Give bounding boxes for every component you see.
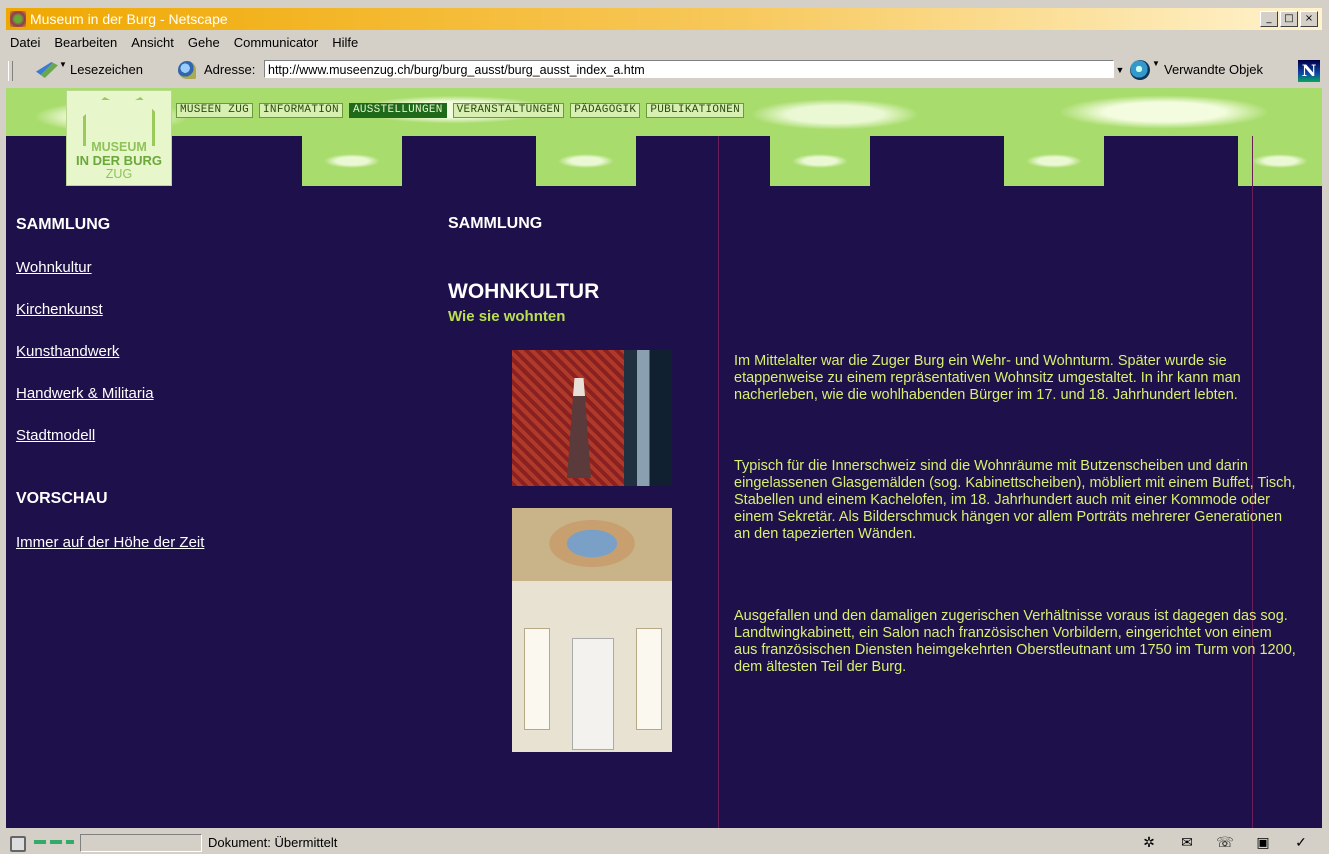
location-toolbar: ▼ Lesezeichen Adresse: http://www.museen… bbox=[6, 58, 1322, 84]
body-paragraph-3: Ausgefallen und den damaligen zugerische… bbox=[734, 608, 1296, 675]
wall-panel bbox=[636, 628, 662, 730]
page-content: MUSEUM IN DER BURG ZUG MUSEEN ZUG INFORM… bbox=[6, 88, 1322, 828]
minimize-button[interactable]: _ bbox=[1260, 11, 1278, 27]
nav-museen-zug[interactable]: MUSEEN ZUG bbox=[176, 103, 254, 118]
nav-information[interactable]: INFORMATION bbox=[259, 103, 343, 118]
page-title: WOHNKULTUR bbox=[448, 280, 600, 303]
menu-hilfe[interactable]: Hilfe bbox=[332, 33, 358, 53]
logo-line-3: ZUG bbox=[105, 167, 133, 181]
nav-paedagogik[interactable]: PÄDAGOGIK bbox=[570, 103, 641, 118]
connection-status-icon bbox=[34, 840, 74, 844]
nav-ausstellungen[interactable]: AUSSTELLUNGEN bbox=[348, 103, 447, 118]
sidebar-link-kunsthandwerk[interactable]: Kunsthandwerk bbox=[16, 343, 119, 360]
mail-icon[interactable]: ✉ bbox=[1177, 834, 1197, 850]
window-controls: _ □ × bbox=[1260, 11, 1318, 27]
address-input[interactable]: http://www.museenzug.ch/burg/burg_ausst/… bbox=[264, 60, 1114, 78]
window-title: Museum in der Burg - Netscape bbox=[30, 11, 228, 27]
battlement bbox=[1238, 136, 1322, 186]
menu-ansicht[interactable]: Ansicht bbox=[131, 33, 174, 53]
body-paragraph-2: Typisch für die Innerschweiz sind die Wo… bbox=[734, 458, 1296, 542]
landtwing-cabinet-photo bbox=[512, 508, 672, 752]
ceiling-painting bbox=[542, 516, 642, 571]
address-dropdown-icon[interactable]: ▼ bbox=[1113, 61, 1127, 79]
nav-publikationen[interactable]: PUBLIKATIONEN bbox=[646, 103, 745, 118]
battlement bbox=[302, 136, 402, 186]
status-text: Dokument: Übermittelt bbox=[208, 835, 338, 850]
museum-logo[interactable]: MUSEUM IN DER BURG ZUG bbox=[66, 90, 172, 186]
main-navigation: MUSEEN ZUG INFORMATION AUSSTELLUNGEN VER… bbox=[176, 103, 745, 118]
mannequin-figure bbox=[567, 378, 591, 478]
progress-box bbox=[80, 834, 202, 852]
related-links-button[interactable]: Verwandte Objek bbox=[1164, 62, 1263, 77]
navigator-icon[interactable]: ✲ bbox=[1139, 834, 1159, 850]
aim-icon[interactable]: ✓ bbox=[1291, 834, 1311, 850]
page-proxy-icon[interactable] bbox=[178, 61, 196, 79]
related-dropdown-icon[interactable]: ▼ bbox=[1152, 59, 1160, 68]
page-subtitle: Wie sie wohnten bbox=[448, 308, 566, 325]
address-label: Adresse: bbox=[204, 62, 256, 77]
body-paragraph-1: Im Mittelalter war die Zuger Burg ein We… bbox=[734, 353, 1241, 403]
bookmarks-dropdown-icon[interactable]: ▼ bbox=[59, 60, 67, 69]
status-bar: Dokument: Übermittelt ✲ ✉ ☏ ▣ ✓ bbox=[0, 832, 1329, 854]
costume-room-photo bbox=[512, 350, 672, 486]
menu-communicator[interactable]: Communicator bbox=[234, 33, 319, 53]
nav-veranstaltungen[interactable]: VERANSTALTUNGEN bbox=[452, 103, 565, 118]
battlement bbox=[770, 136, 870, 186]
column-divider bbox=[718, 136, 719, 828]
related-links-icon[interactable] bbox=[1130, 60, 1150, 80]
close-button[interactable]: × bbox=[1300, 11, 1318, 27]
castle-house-icon bbox=[83, 97, 155, 146]
security-lock-icon[interactable] bbox=[10, 836, 26, 852]
tile-stove bbox=[572, 638, 614, 750]
battlement bbox=[1004, 136, 1104, 186]
sidebar-heading-vorschau: VORSCHAU bbox=[16, 490, 108, 507]
sidebar-heading-sammlung: SAMMLUNG bbox=[16, 216, 111, 233]
composer-icon[interactable]: ▣ bbox=[1253, 834, 1273, 850]
battlement bbox=[536, 136, 636, 186]
sidebar-link-preview[interactable]: Immer auf der Höhe der Zeit bbox=[16, 534, 204, 551]
component-bar: ✲ ✉ ☏ ▣ ✓ bbox=[1139, 834, 1311, 850]
sidebar-link-kirchenkunst[interactable]: Kirchenkunst bbox=[16, 301, 103, 318]
sidebar-link-wohnkultur[interactable]: Wohnkultur bbox=[16, 259, 92, 276]
menu-bearbeiten[interactable]: Bearbeiten bbox=[54, 33, 117, 53]
bookmarks-button[interactable]: Lesezeichen bbox=[70, 62, 143, 77]
sidebar-link-handwerk-militaria[interactable]: Handwerk & Militaria bbox=[16, 385, 154, 402]
logo-line-2: IN DER BURG bbox=[76, 153, 162, 168]
menu-gehe[interactable]: Gehe bbox=[188, 33, 220, 53]
title-bar: Museum in der Burg - Netscape _ □ × bbox=[6, 8, 1322, 30]
toolbar-grip[interactable] bbox=[8, 61, 13, 81]
netscape-app-icon[interactable] bbox=[10, 11, 26, 27]
wall-panel bbox=[524, 628, 550, 730]
maximize-button[interactable]: □ bbox=[1280, 11, 1298, 27]
sidebar-link-stadtmodell[interactable]: Stadtmodell bbox=[16, 427, 95, 444]
section-heading: SAMMLUNG bbox=[448, 215, 543, 232]
bookmarks-icon[interactable] bbox=[36, 62, 58, 78]
menu-datei[interactable]: Datei bbox=[10, 33, 40, 53]
discussion-icon[interactable]: ☏ bbox=[1215, 834, 1235, 850]
netscape-logo[interactable]: N bbox=[1298, 60, 1320, 82]
menu-bar: Datei Bearbeiten Ansicht Gehe Communicat… bbox=[10, 33, 372, 53]
